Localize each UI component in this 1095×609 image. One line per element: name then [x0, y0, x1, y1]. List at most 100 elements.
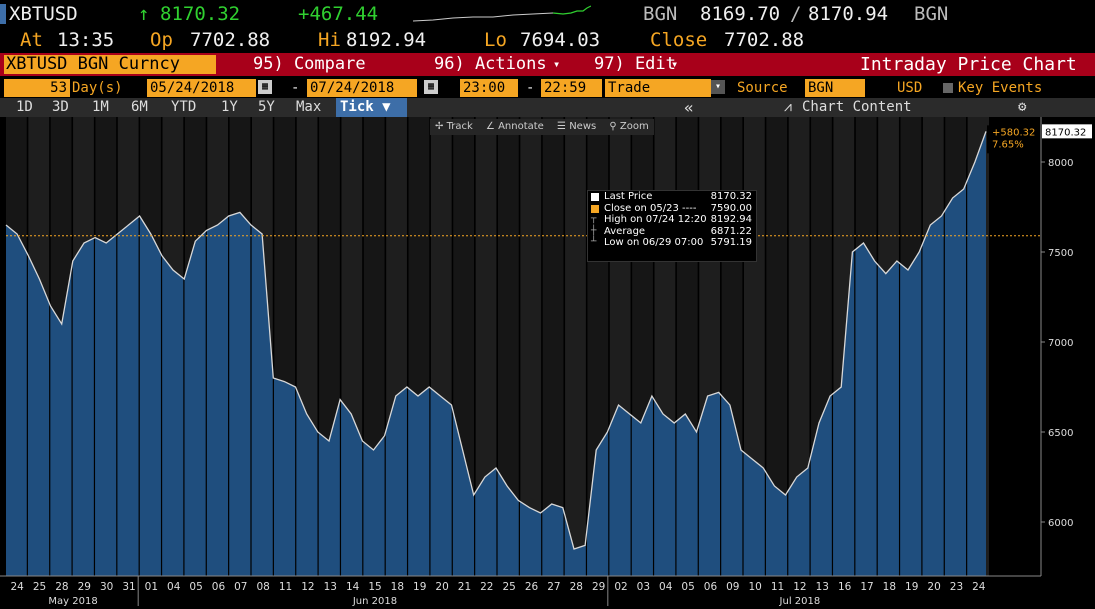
source-input[interactable]: BGN [805, 79, 865, 97]
x-tick-label: 11 [279, 581, 292, 593]
x-tick-label: 06 [704, 581, 718, 593]
x-tick-label: 27 [547, 581, 560, 593]
edit-button[interactable]: 97) Edit [594, 53, 676, 76]
annotate-tool[interactable]: ∠ Annotate [486, 121, 544, 132]
news-tool[interactable]: ☰ News [557, 121, 596, 132]
legend-average: ┼ Average 6871.22 [591, 225, 752, 237]
x-tick-label: 21 [458, 581, 471, 593]
calendar-icon[interactable]: ▦ [258, 80, 272, 94]
x-tick-label: 24 [972, 581, 986, 593]
period-1m[interactable]: 1M [88, 98, 113, 117]
start-date-input[interactable]: 05/24/2018 [147, 79, 256, 97]
key-events-checkbox[interactable] [943, 83, 953, 93]
security-marker [0, 4, 6, 24]
chart-content-button[interactable]: Chart Content [798, 98, 916, 117]
open-label: Op [150, 29, 173, 51]
period-ytd[interactable]: YTD [167, 98, 200, 117]
month-label: May 2018 [48, 596, 97, 607]
quote-row: XBTUSD ↑ 8170.32 +467.44 BGN 8169.70 / 8… [0, 3, 1095, 25]
security-field[interactable]: XBTUSD BGN Curncy [4, 55, 216, 74]
y-tick-label: 7500 [1048, 248, 1073, 259]
period-bar: 1D 3D 1M 6M YTD 1Y 5Y Max Tick ▼ « ⩘ Cha… [0, 98, 1095, 117]
legend-low: ┴ Low on 06/29 07:00 5791.19 [591, 237, 752, 248]
x-tick-label: 25 [502, 581, 515, 593]
x-tick-label: 04 [659, 581, 673, 593]
actions-button[interactable]: 96) Actions [434, 53, 547, 76]
x-tick-label: 10 [748, 581, 761, 593]
start-time-input[interactable]: 23:00 [460, 79, 518, 97]
chart-content-icon: ⩘ [784, 99, 792, 115]
x-tick-label: 28 [55, 581, 68, 593]
end-time-input[interactable]: 22:59 [541, 79, 602, 97]
chart-title: Intraday Price Chart [860, 54, 1077, 75]
x-tick-label: 28 [570, 581, 583, 593]
ticker[interactable]: XBTUSD [9, 3, 78, 25]
high-price: 8192.94 [346, 29, 427, 51]
x-tick-label: 20 [435, 581, 448, 593]
x-tick-label: 08 [256, 581, 269, 593]
key-events-label: Key Events [958, 80, 1043, 96]
zoom-tool[interactable]: ⚲ Zoom [609, 121, 648, 132]
month-label: Jul 2018 [779, 596, 821, 607]
time-separator: - [526, 80, 535, 96]
legend-close: Close on 05/23 ---- 7590.00 [588, 203, 756, 215]
tick-frequency-select[interactable]: Tick ▼ [336, 98, 407, 117]
edit-dropdown-icon[interactable]: ▾ [671, 53, 678, 76]
net-change: +467.44 [298, 3, 379, 25]
x-tick-label: 11 [771, 581, 784, 593]
calendar-icon[interactable]: ▦ [424, 80, 438, 94]
x-tick-label: 15 [368, 581, 381, 593]
stats-row: At 13:35 Op 7702.88 Hi 8192.94 Lo 7694.0… [0, 29, 1095, 51]
settings-gear-icon[interactable]: ⚙ [1014, 98, 1030, 117]
x-tick-label: 18 [883, 581, 896, 593]
x-tick-label: 01 [145, 581, 158, 593]
x-tick-label: 26 [525, 581, 539, 593]
x-tick-label: 19 [413, 581, 426, 593]
close-label: Close [650, 29, 708, 51]
end-date-input[interactable]: 07/24/2018 [307, 79, 417, 97]
x-tick-label: 31 [122, 581, 135, 593]
close-price: 7702.88 [724, 29, 805, 51]
price-chart[interactable]: 6000 6500 7000 7500 8000 8170.32 +580.327.65% 2… [0, 117, 1095, 609]
y-tick-label: 7000 [1048, 338, 1073, 349]
legend-high: ┬ High on 07/24 12:20 8192.94 [591, 214, 752, 225]
date-range-row: 53 Day(s) 05/24/2018 ▦ - 07/24/2018 ▦ 23… [0, 78, 1095, 98]
x-tick-label: 17 [860, 581, 873, 593]
period-6m[interactable]: 6M [127, 98, 152, 117]
bid-ask-separator: / [790, 3, 802, 25]
up-arrow-icon: ↑ [138, 3, 150, 25]
x-tick-label: 19 [905, 581, 918, 593]
currency-label[interactable]: USD [897, 78, 922, 98]
collapse-icon[interactable]: « [680, 98, 698, 117]
compare-button[interactable]: 95) Compare [253, 53, 366, 76]
x-tick-label: 25 [33, 581, 46, 593]
change-amount: +580.32 [992, 127, 1035, 138]
x-tick-label: 23 [950, 581, 963, 593]
quote-source: BGN [643, 3, 678, 25]
period-5y[interactable]: 5Y [254, 98, 279, 117]
x-tick-label: 13 [324, 581, 337, 593]
period-1d[interactable]: 1D [12, 98, 37, 117]
field-dropdown-icon[interactable]: ▾ [711, 80, 725, 94]
x-tick-label: 03 [637, 581, 650, 593]
ask-price: 8170.94 [808, 3, 889, 25]
date-separator: - [291, 80, 300, 96]
period-1y[interactable]: 1Y [217, 98, 242, 117]
field-select[interactable]: Trade [605, 79, 711, 97]
days-input[interactable]: 53 [4, 79, 70, 97]
x-tick-label: 18 [391, 581, 404, 593]
track-tool[interactable]: ✢ Track [435, 121, 473, 132]
period-3d[interactable]: 3D [48, 98, 73, 117]
sparkline [413, 5, 591, 22]
chart-tools: ✢ Track ∠ Annotate ☰ News ⚲ Zoom [430, 119, 654, 135]
x-tick-label: 24 [10, 581, 24, 593]
x-tick-label: 05 [189, 581, 202, 593]
y-tick-label: 8000 [1048, 158, 1073, 169]
x-tick-label: 02 [614, 581, 627, 593]
x-tick-label: 13 [816, 581, 829, 593]
actions-dropdown-icon[interactable]: ▾ [553, 53, 560, 76]
period-max[interactable]: Max [292, 98, 325, 117]
function-toolbar: XBTUSD BGN Curncy 95) Compare 96) Action… [0, 53, 1095, 76]
change-percent: 7.65% [992, 139, 1024, 150]
x-tick-label: 16 [838, 581, 852, 593]
